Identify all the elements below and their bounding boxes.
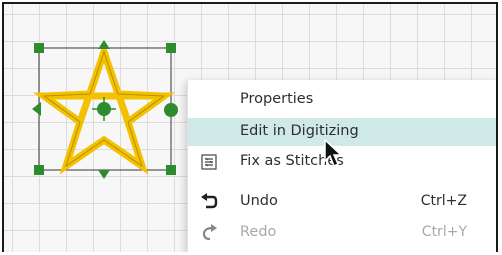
resize-handle-tl	[34, 43, 44, 53]
menu-item-redo: Redo Ctrl+Y	[188, 219, 496, 247]
rotate-handle	[164, 103, 178, 117]
menu-item-properties[interactable]: Properties	[188, 86, 496, 114]
menu-item-shortcut: Ctrl+Y	[421, 224, 467, 240]
resize-handle-tr	[166, 43, 176, 53]
redo-icon	[202, 224, 217, 241]
menu-item-label: Undo	[240, 193, 278, 209]
mouse-pointer-icon	[324, 139, 343, 168]
menu-item-undo[interactable]: Undo Ctrl+Z	[188, 188, 496, 216]
menu-item-shortcut: Ctrl+Z	[420, 193, 467, 209]
fix-stitches-icon	[201, 154, 217, 170]
menu-item-label: Redo	[240, 224, 277, 240]
undo-icon	[201, 193, 218, 209]
menu-item-label: Properties	[240, 91, 314, 107]
menu-item-label: Edit in Digitizing	[240, 123, 359, 139]
resize-handle-bottom	[98, 170, 110, 179]
resize-handle-br	[166, 165, 176, 175]
screenshot-frame: Properties Edit in Digitizing Fix as Sti…	[2, 2, 498, 252]
resize-handle-bl	[34, 165, 44, 175]
resize-handle-left	[32, 102, 41, 116]
resize-handle-top	[98, 40, 110, 49]
